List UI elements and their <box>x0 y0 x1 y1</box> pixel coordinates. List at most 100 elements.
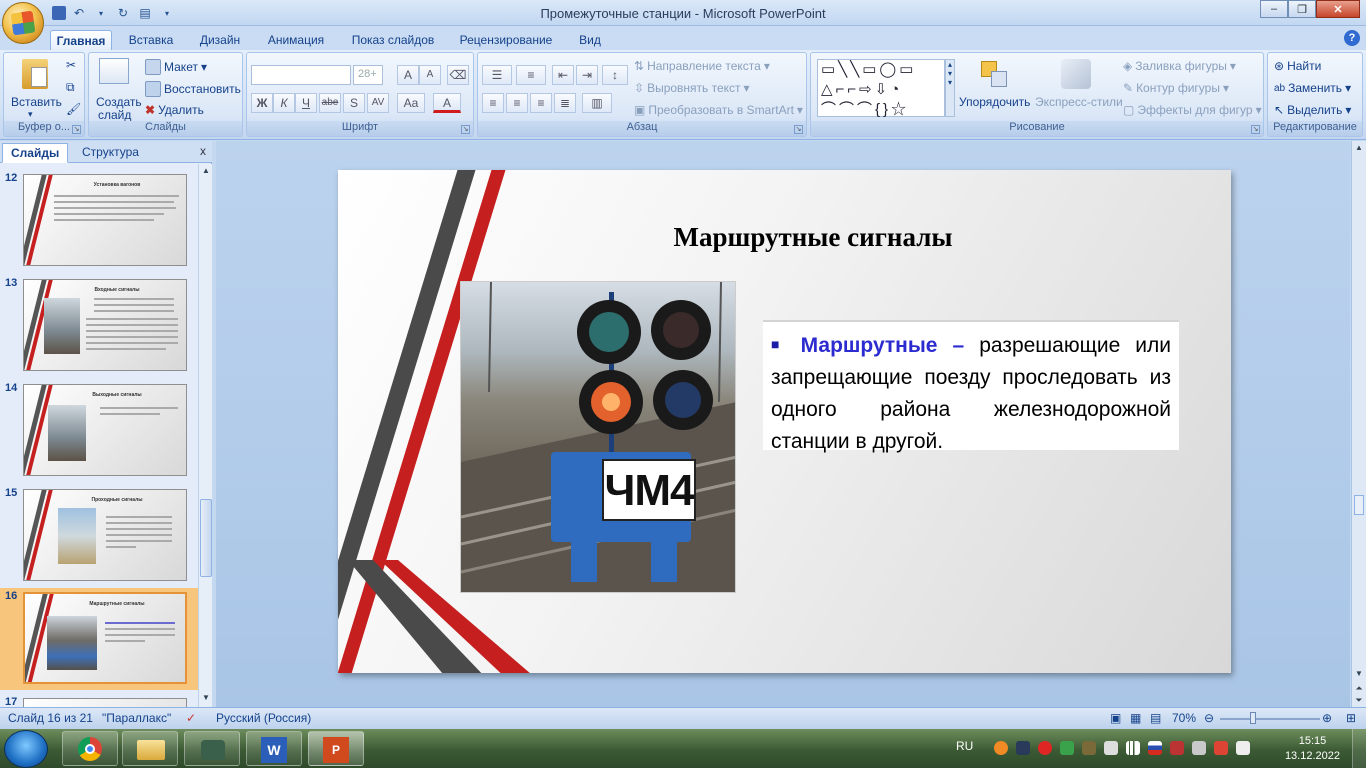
shapes-scroll[interactable]: ▴ ▾ ▾ <box>945 59 955 117</box>
tab-insert[interactable]: Вставка <box>120 30 182 50</box>
slide-thumbnail[interactable]: 14 Выходные сигналы <box>0 380 198 480</box>
shape-outline-button[interactable]: ✎ Контур фигуры ▾ <box>1123 81 1229 95</box>
char-spacing-button[interactable]: AV <box>367 93 389 113</box>
numbering-icon[interactable]: ≡ <box>516 65 546 85</box>
slide-thumbnail[interactable]: 15 Проходные сигналы <box>0 485 198 585</box>
change-case-button[interactable]: Aa <box>397 93 425 113</box>
slide-thumbnail[interactable]: 13 Входные сигналы <box>0 275 198 375</box>
tab-animation[interactable]: Анимация <box>258 30 334 50</box>
tab-design[interactable]: Дизайн <box>192 30 248 50</box>
slide-thumbnail[interactable]: 12 Установка вагонов <box>0 170 198 270</box>
zoom-slider-thumb[interactable] <box>1250 712 1256 724</box>
delete-slide-button[interactable]: ✖ Удалить <box>145 103 204 117</box>
text-direction-button[interactable]: ⇅ Направление текста ▾ <box>634 59 770 73</box>
arrange-icon[interactable] <box>979 59 1009 89</box>
zoom-level[interactable]: 70% <box>1172 711 1196 725</box>
minimize-button[interactable]: – <box>1260 0 1288 18</box>
input-language[interactable]: RU <box>956 739 973 753</box>
show-desktop-button[interactable] <box>1352 729 1366 768</box>
shrink-font-button[interactable]: A <box>419 65 441 85</box>
font-launcher-icon[interactable]: ↘ <box>461 125 470 134</box>
new-slide-label-2[interactable]: слайд <box>98 108 131 122</box>
paste-button[interactable]: Вставить <box>11 95 62 109</box>
flag-icon[interactable] <box>1148 741 1162 755</box>
editor-scrollbar[interactable]: ▲ ▼ ⏶ ⏷ <box>1351 141 1366 707</box>
word-taskbar-icon[interactable]: W <box>246 731 302 766</box>
explorer-taskbar-icon[interactable] <box>122 731 178 766</box>
flag-tray-icon[interactable] <box>1236 741 1250 755</box>
slide-thumbnail-selected[interactable]: 16 Маршрутные сигналы <box>0 588 198 690</box>
bluetooth-icon[interactable] <box>1016 741 1030 755</box>
slide-thumbnail[interactable]: 17 <box>0 694 198 707</box>
maximize-button[interactable]: ❐ <box>1288 0 1316 18</box>
decrease-indent-icon[interactable]: ⇤ <box>552 65 574 85</box>
reset-button[interactable]: Восстановить <box>145 81 241 97</box>
language[interactable]: Русский (Россия) <box>216 711 311 725</box>
increase-indent-icon[interactable]: ⇥ <box>576 65 598 85</box>
zoom-slider[interactable] <box>1220 718 1320 720</box>
shield-icon[interactable] <box>1214 741 1228 755</box>
copy-icon[interactable]: ⧉ <box>66 80 75 95</box>
align-left-icon[interactable]: ≡ <box>482 93 504 113</box>
shape-fill-button[interactable]: ◈ Заливка фигуры ▾ <box>1123 59 1236 73</box>
paste-icon[interactable] <box>22 59 54 91</box>
tab-review[interactable]: Рецензирование <box>452 30 560 50</box>
align-right-icon[interactable]: ≡ <box>530 93 552 113</box>
signal-bars-icon[interactable] <box>1126 741 1140 755</box>
thumbnail-scrollbar[interactable]: ▲ ▼ <box>198 164 212 707</box>
normal-view-icon[interactable]: ▣ <box>1110 711 1121 725</box>
justify-icon[interactable]: ≣ <box>554 93 576 113</box>
clock[interactable]: 15:15 13.12.2022 <box>1285 734 1340 764</box>
sync-icon[interactable] <box>1060 741 1074 755</box>
help-icon[interactable]: ? <box>1344 30 1360 46</box>
slide-canvas[interactable]: Маршрутные сигналы ЧМ4 ■ Маршрутные – ра… <box>338 170 1231 673</box>
scroll-down-icon[interactable]: ▼ <box>1353 669 1365 681</box>
clear-format-icon[interactable]: ⌫ <box>447 65 469 85</box>
font-name-combo[interactable] <box>251 65 351 85</box>
find-button[interactable]: ⊛ Найти <box>1274 59 1321 73</box>
yandex-icon[interactable] <box>1038 741 1052 755</box>
fit-slide-icon[interactable]: ⊞ <box>1346 711 1356 725</box>
drawing-launcher-icon[interactable]: ↘ <box>1251 125 1260 134</box>
tab-view[interactable]: Вид <box>572 30 608 50</box>
volume-icon[interactable] <box>1192 741 1206 755</box>
tab-slideshow[interactable]: Показ слайдов <box>344 30 442 50</box>
new-slide-icon[interactable] <box>99 58 129 84</box>
quick-styles-icon[interactable] <box>1061 59 1091 89</box>
new-slide-button[interactable]: Создать <box>96 95 142 109</box>
cut-icon[interactable]: ✂ <box>66 58 76 72</box>
tab-home[interactable]: Главная <box>50 30 112 50</box>
replace-button[interactable]: ab Заменить ▾ <box>1274 81 1351 95</box>
columns-icon[interactable]: ▥ <box>582 93 612 113</box>
underline-button[interactable]: Ч <box>295 93 317 113</box>
tools-icon[interactable] <box>1082 741 1096 755</box>
device-icon[interactable] <box>1104 741 1118 755</box>
chrome-taskbar-icon[interactable] <box>62 731 118 766</box>
signal-photo[interactable]: ЧМ4 <box>460 281 736 593</box>
office-button[interactable] <box>2 2 44 44</box>
clipboard-launcher-icon[interactable]: ↘ <box>72 125 81 134</box>
spellcheck-icon[interactable]: ✓ <box>186 711 196 725</box>
bullets-icon[interactable]: ☰ <box>482 65 512 85</box>
quick-styles-button[interactable]: Экспресс-стили <box>1035 95 1123 109</box>
layout-button[interactable]: Макет ▾ <box>145 59 207 75</box>
italic-button[interactable]: К <box>273 93 295 113</box>
network-error-icon[interactable] <box>1170 741 1184 755</box>
align-center-icon[interactable]: ≡ <box>506 93 528 113</box>
scroll-up-icon[interactable]: ▲ <box>1353 143 1365 155</box>
start-button[interactable] <box>4 730 48 768</box>
close-button[interactable]: ✕ <box>1316 0 1360 18</box>
scroll-thumb[interactable] <box>200 499 212 577</box>
scroll-up-icon[interactable]: ▲ <box>200 166 212 178</box>
close-pane-icon[interactable]: x <box>200 144 206 158</box>
powerpoint-taskbar-icon[interactable]: P <box>308 731 364 766</box>
paste-dropdown-icon[interactable]: ▾ <box>28 109 33 120</box>
next-slide-icon[interactable]: ⏷ <box>1353 695 1365 707</box>
align-text-button[interactable]: ⇳ Выровнять текст ▾ <box>634 81 750 95</box>
line-spacing-icon[interactable]: ↕ <box>602 65 628 85</box>
shadow-button[interactable]: S <box>343 93 365 113</box>
body-textbox[interactable]: ■ Маршрутные – разрешающие или запрещающи… <box>763 320 1179 453</box>
avast-icon[interactable] <box>994 741 1008 755</box>
scroll-down-icon[interactable]: ▼ <box>200 693 212 705</box>
select-button[interactable]: ↖ Выделить ▾ <box>1274 103 1351 117</box>
